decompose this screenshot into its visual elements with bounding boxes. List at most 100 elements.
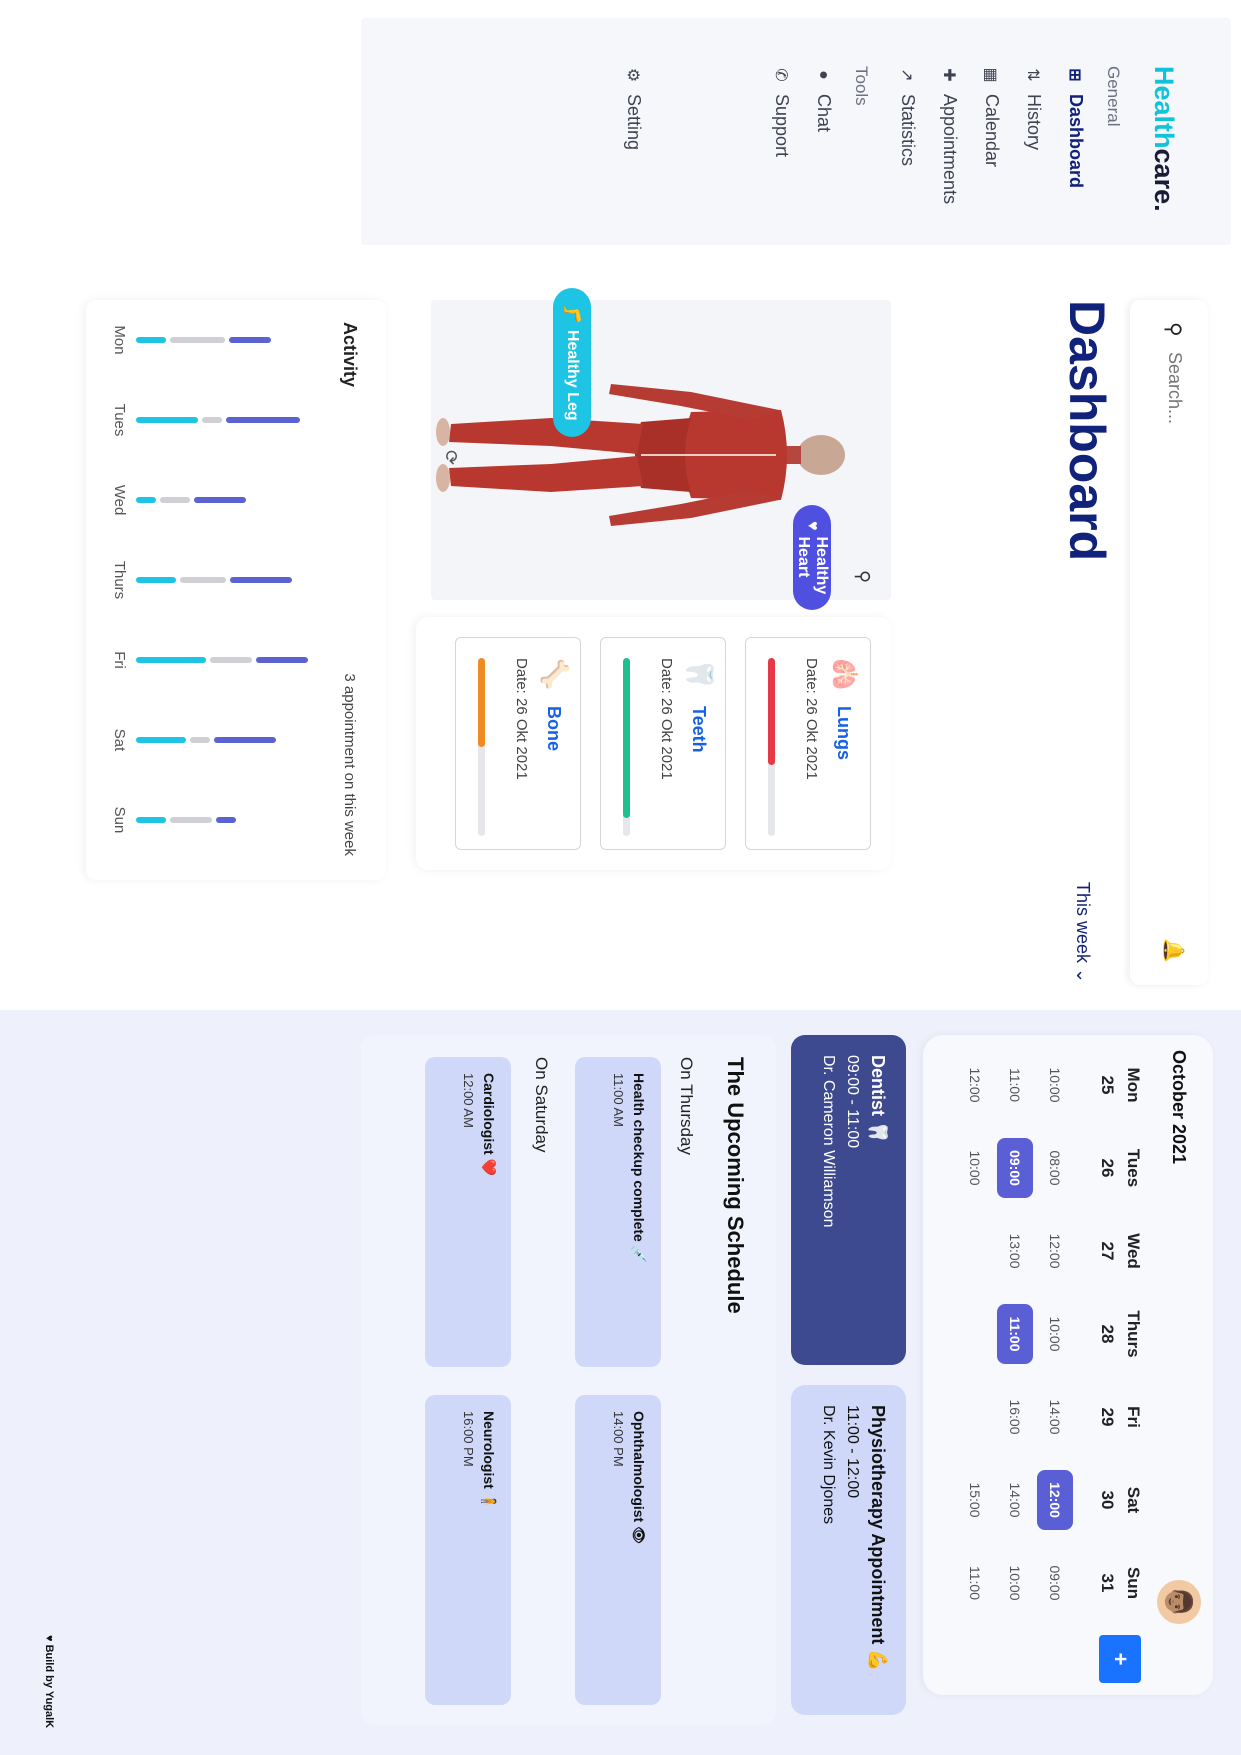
calendar-day[interactable]: Thurs 28 [1097,1294,1143,1374]
sidebar-item-setting[interactable]: ⚙ Setting [623,66,644,150]
calendar-day-date: 31 [1098,1573,1117,1593]
schedule-item[interactable]: Health checkup complete 💉 11:00 AM [575,1057,661,1367]
calendar-day[interactable]: Wed 27 [1097,1211,1143,1291]
progress-track [768,658,775,836]
activity-bar [136,497,156,503]
calendar-time-slot[interactable]: 11:00 [1007,1045,1023,1125]
calendar-day[interactable]: Mon 25 [1097,1045,1143,1125]
calendar-time-slot-selected[interactable]: 11:00 [997,1304,1033,1364]
healthy-heart-badge[interactable]: ♥ Healthy Heart [793,505,831,611]
calendar-time-slot[interactable]: 10:00 [1047,1045,1063,1125]
sidebar-item-dashboard[interactable]: ⊞ Dashboard [1065,66,1086,188]
appointment-card-dentist[interactable]: Dentist 🦷 09:00 - 11:00 Dr. Cameron Will… [791,1035,906,1365]
progress-track [478,658,485,836]
calendar-time-slot[interactable]: 13:00 [1007,1211,1023,1291]
calendar-time-slot-selected[interactable]: 09:00 [997,1138,1033,1198]
schedule-item[interactable]: Cardiologist ❤️ 12:00 AM [425,1057,511,1367]
calendar-time-slot[interactable]: 11:00 [967,1543,983,1623]
schedule-item[interactable]: Ophthalmologist 👁 14:00 PM [575,1395,661,1705]
calendar-day-name: Tues [1124,1148,1143,1188]
sidebar-section-general: General [1104,66,1123,127]
calendar-time-slot[interactable]: 12:00 [967,1045,983,1125]
search-input[interactable] [1164,352,1185,652]
sidebar-item-chat[interactable]: ● Chat [813,66,834,132]
bell-icon[interactable]: 🔔 [1161,938,1186,963]
activity-bar [216,817,236,823]
activity-bar [136,577,176,583]
calendar-time-slot[interactable]: 15:00 [967,1460,983,1540]
activity-day-label: Fri [111,651,128,669]
calendar-time-slot[interactable]: 09:00 [1047,1543,1063,1623]
calendar-month: October 2021 [1169,1050,1189,1165]
organ-card-lungs[interactable]: 🫁 Lungs Date: 26 Okt 2021 [745,637,871,850]
calendar-card: October 2021 👨🏽 + Mon 25 10:00 11:00 12:00 Tu… [923,1035,1213,1695]
chart-icon: ↗ [898,68,916,82]
calendar-day[interactable]: Fri 29 [1097,1377,1143,1457]
schedule-group-label: On Saturday [532,1057,551,1153]
organ-card-bone[interactable]: 🦴 Bone Date: 26 Okt 2021 [455,637,581,850]
calendar-time-slot[interactable]: 10:00 [1047,1294,1063,1374]
calendar-time-slot[interactable]: 10:00 [1007,1543,1023,1623]
calendar-day-name: Thurs [1124,1310,1143,1358]
chat-icon: ● [815,70,833,80]
footer-credit[interactable]: ♥ Build by YugalK [43,1635,55,1728]
calendar-time-slot[interactable]: 08:00 [1047,1128,1063,1208]
activity-bar [136,657,206,663]
activity-day-label: Sun [111,806,128,834]
calendar-day-name: Wed [1124,1233,1143,1269]
logo[interactable]: Healthcare. [1148,66,1179,212]
sidebar-item-calendar[interactable]: ▦ Calendar [981,66,1002,167]
human-anatomy-illustration[interactable] [431,370,851,540]
activity-bar [136,817,166,823]
calendar-time-slot[interactable]: 10:00 [967,1128,983,1208]
activity-bar [230,577,292,583]
calendar-day[interactable]: Sat 30 [1097,1460,1143,1540]
sidebar-item-appointments[interactable]: ✚ Appointments [939,66,960,204]
activity-bar [136,737,186,743]
avatar[interactable]: 👨🏽 [1157,1580,1201,1624]
calendar-time-slot[interactable]: 16:00 [1007,1377,1023,1457]
sidebar-section-tools: Tools [852,66,871,106]
lungs-icon: 🫁 [830,658,860,691]
activity-bar [229,337,271,343]
right-panel: October 2021 👨🏽 + Mon 25 10:00 11:00 12:00 Tu… [0,1010,1241,1755]
phone-icon: ✆ [772,68,790,82]
organ-cards-panel: 🫁 Lungs Date: 26 Okt 2021 🦷 Teeth Date: … [416,617,891,870]
schedule-item[interactable]: Neurologist 🧍 16:00 PM [425,1395,511,1705]
leg-icon: 🦵 [563,304,580,324]
healthy-leg-badge[interactable]: 🦵 Healthy Leg [553,288,591,437]
gear-icon: ⚙ [624,67,642,83]
activity-bar [202,417,222,423]
calendar-day-name: Sun [1124,1566,1143,1600]
calendar-time-slot[interactable]: 12:00 [1047,1211,1063,1291]
calendar-icon: ▦ [982,67,1000,83]
activity-bar [170,337,225,343]
calendar-day[interactable]: Sun 31 [1097,1543,1143,1623]
appointment-card-physiotherapy[interactable]: Physiotherapy Appointment 💪 11:00 - 12:0… [791,1385,906,1715]
calendar-time-slot[interactable]: 14:00 [1007,1460,1023,1540]
organ-card-teeth[interactable]: 🦷 Teeth Date: 26 Okt 2021 [600,637,726,850]
calendar-time-slot-selected[interactable]: 12:00 [1037,1470,1073,1530]
period-dropdown[interactable]: This week ⌄ [1072,882,1093,983]
activity-bar [180,577,226,583]
progress-track [623,658,630,836]
activity-bar [226,417,300,423]
progress-fill [623,658,630,819]
sidebar-item-history[interactable]: ⇅ History [1023,66,1044,150]
activity-bar [136,417,198,423]
rotate-icon[interactable]: ⟳ [440,450,461,465]
sidebar-item-statistics[interactable]: ↗ Statistics [897,66,918,166]
zoom-icon[interactable]: ⚲ [852,570,873,583]
activity-bar [190,737,210,743]
calendar-day[interactable]: Tues 26 [1097,1128,1143,1208]
activity-bar [256,657,308,663]
add-button[interactable]: + [1099,1635,1141,1683]
search-icon[interactable]: ⚲ [1161,322,1186,337]
search-bar: ⚲ 🔔 [1130,300,1208,985]
activity-day-label: Sat [111,728,128,752]
sidebar-item-support[interactable]: ✆ Support [771,66,792,157]
calendar-time-slot[interactable]: 14:00 [1047,1377,1063,1457]
calendar-day-date: 29 [1098,1407,1117,1427]
body-figure-panel: ♥ Healthy Heart 🦵 Healthy Leg ⚲ ⟳ [431,288,891,611]
chevron-down-icon: ⌄ [1073,963,1093,984]
